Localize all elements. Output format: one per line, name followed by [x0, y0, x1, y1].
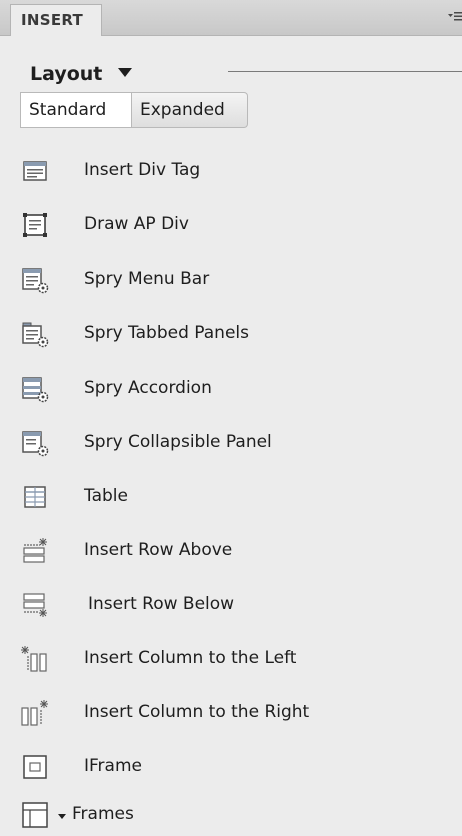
spry-accordion-button[interactable]: Spry Accordion	[0, 370, 462, 410]
column-left-icon	[21, 646, 47, 672]
insert-div-tag-button[interactable]: Insert Div Tag	[0, 152, 462, 192]
panel-tab-label: INSERT	[21, 11, 84, 29]
panel-header: INSERT	[0, 0, 462, 36]
spry-accordion-icon	[22, 377, 49, 403]
frames-icon	[22, 802, 48, 828]
expanded-mode-button[interactable]: Expanded	[132, 92, 248, 128]
spry-menu-bar-button[interactable]: Spry Menu Bar	[0, 261, 462, 301]
ap-div-icon	[23, 213, 47, 237]
item-label: Frames	[72, 804, 134, 824]
table-icon	[24, 486, 46, 508]
spry-menu-bar-icon	[22, 268, 49, 294]
category-label: Layout	[30, 63, 103, 85]
insert-panel: INSERT Layout Standard Expanded Insert D…	[0, 0, 462, 836]
spry-collapsible-panel-button[interactable]: Spry Collapsible Panel	[0, 424, 462, 464]
spry-collapsible-panel-icon	[22, 431, 49, 457]
column-right-icon	[21, 700, 48, 726]
item-label: Insert Row Below	[88, 594, 235, 614]
item-label: IFrame	[84, 756, 142, 776]
item-label: Insert Column to the Right	[84, 702, 310, 722]
table-button[interactable]: Table	[0, 478, 462, 518]
dropdown-arrow-icon[interactable]	[58, 814, 66, 819]
item-label: Draw AP Div	[84, 214, 189, 234]
spry-tabbed-panels-button[interactable]: Spry Tabbed Panels	[0, 315, 462, 355]
item-label: Insert Column to the Left	[84, 648, 297, 668]
category-separator	[228, 71, 462, 72]
item-label: Spry Menu Bar	[84, 269, 210, 289]
item-label: Spry Accordion	[84, 378, 212, 398]
standard-mode-button[interactable]: Standard	[20, 92, 132, 128]
spry-tabbed-panels-icon	[22, 322, 49, 348]
iframe-button[interactable]: IFrame	[0, 748, 462, 788]
insert-column-left-button[interactable]: Insert Column to the Left	[0, 640, 462, 680]
item-label: Insert Div Tag	[84, 160, 201, 180]
chevron-down-icon	[117, 68, 132, 77]
insert-column-right-button[interactable]: Insert Column to the Right	[0, 694, 462, 734]
iframe-icon	[23, 755, 47, 779]
panel-tab-insert[interactable]: INSERT	[10, 4, 102, 36]
div-tag-icon	[23, 161, 47, 181]
item-label: Table	[84, 486, 128, 506]
row-above-icon	[23, 538, 47, 563]
panel-options-icon[interactable]	[448, 8, 462, 26]
draw-ap-div-button[interactable]: Draw AP Div	[0, 206, 462, 246]
insert-row-above-button[interactable]: Insert Row Above	[0, 532, 462, 572]
item-label: Spry Collapsible Panel	[84, 432, 272, 452]
frames-button[interactable]: Frames	[0, 796, 462, 836]
insert-row-below-button[interactable]: Insert Row Below	[0, 586, 462, 626]
row-below-icon	[23, 593, 47, 617]
mode-toggle: Standard Expanded	[20, 92, 248, 128]
item-label: Spry Tabbed Panels	[84, 323, 249, 343]
category-dropdown[interactable]: Layout	[30, 63, 132, 87]
item-label: Insert Row Above	[84, 540, 233, 560]
